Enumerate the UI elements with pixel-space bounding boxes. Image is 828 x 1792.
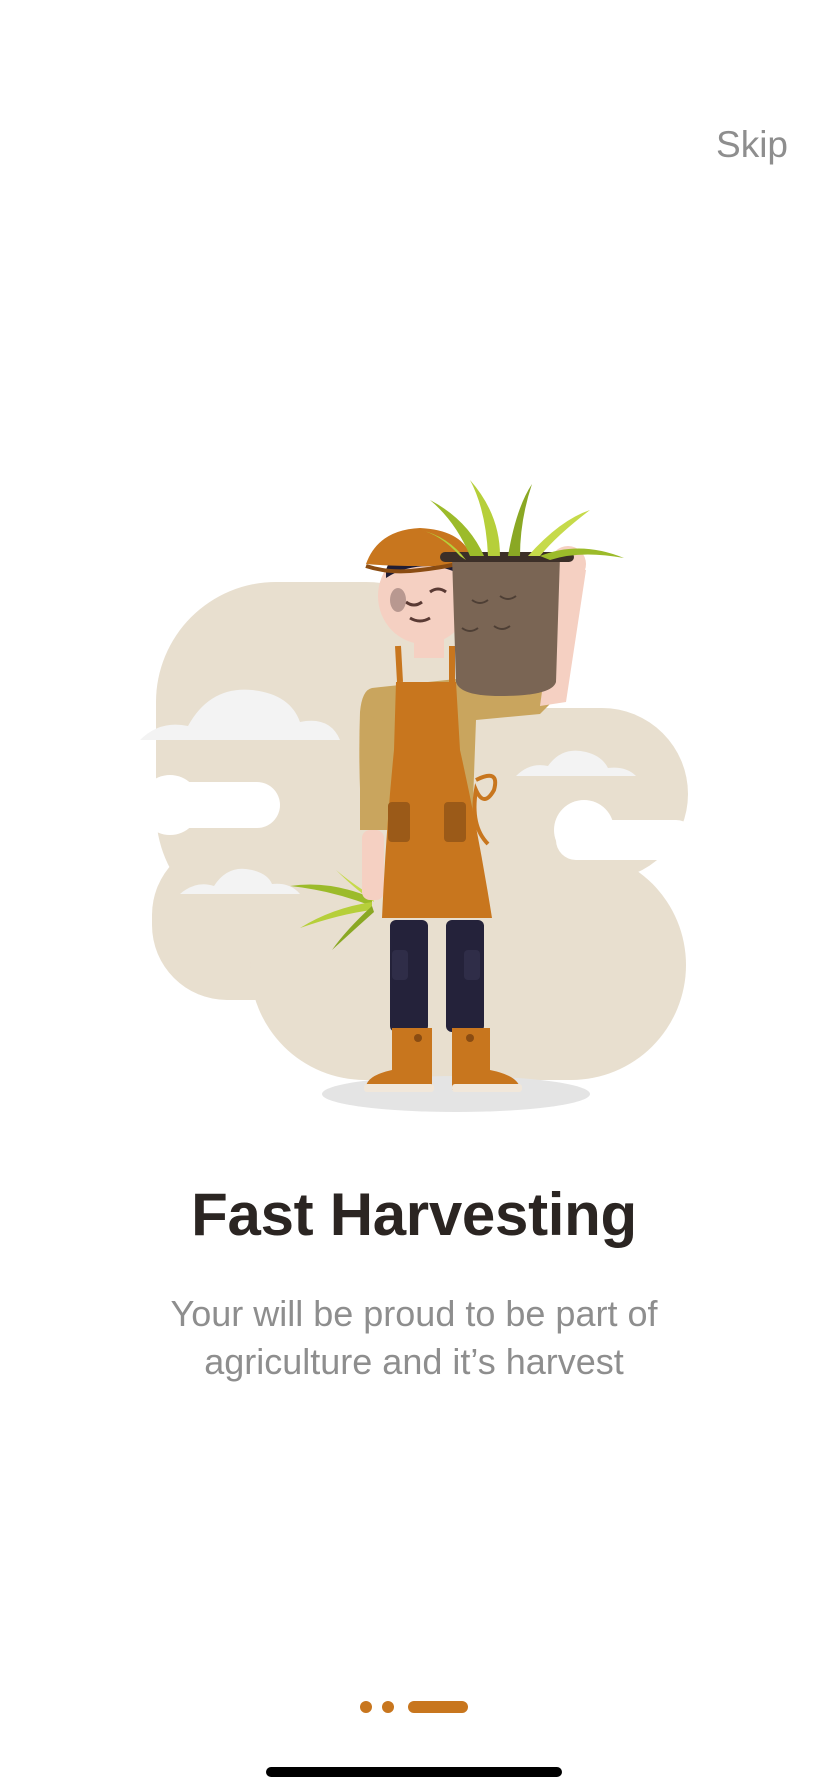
- page-indicator-dot-3-active[interactable]: [408, 1701, 468, 1713]
- skip-button[interactable]: Skip: [716, 126, 788, 163]
- basket-icon: [452, 556, 560, 696]
- description-line-2: agriculture and it’s harvest: [204, 1341, 624, 1382]
- page-description: Your will be proud to be part of agricul…: [120, 1290, 708, 1386]
- onboarding-illustration: [0, 450, 828, 1130]
- page-title: Fast Harvesting: [191, 1181, 637, 1248]
- page-indicator-dot-2[interactable]: [382, 1701, 394, 1713]
- description-line-1: Your will be proud to be part of: [170, 1293, 658, 1334]
- page-indicator: [0, 1700, 828, 1714]
- page-indicator-dot-1[interactable]: [360, 1701, 372, 1713]
- home-indicator[interactable]: [266, 1767, 562, 1777]
